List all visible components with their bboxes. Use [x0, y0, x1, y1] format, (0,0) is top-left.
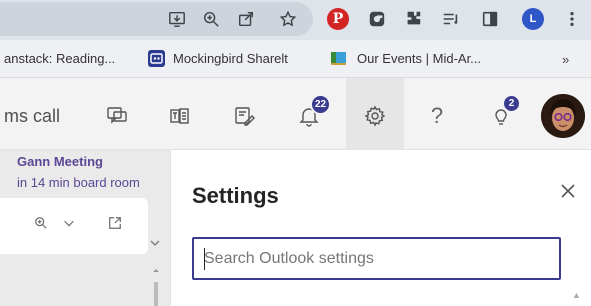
gear-icon[interactable] [361, 102, 389, 130]
bookmark-item[interactable]: anstack: Reading... [4, 51, 115, 66]
address-bar[interactable] [0, 2, 313, 36]
menu-dots-icon[interactable] [561, 8, 583, 30]
tasks-icon[interactable] [230, 102, 258, 130]
help-icon[interactable]: ? [423, 102, 451, 130]
chevron-down-icon[interactable] [62, 216, 76, 233]
settings-button[interactable] [346, 78, 404, 150]
install-app-icon[interactable] [166, 8, 188, 30]
scrollbar[interactable] [149, 238, 163, 306]
mockingbird-icon [148, 50, 165, 67]
puzzle-icon[interactable] [402, 8, 424, 30]
teams-icon[interactable] [166, 102, 194, 130]
share-icon[interactable] [235, 8, 257, 30]
events-flag-icon [330, 50, 347, 67]
settings-title: Settings [192, 183, 279, 208]
tips-badge: 2 [502, 94, 521, 113]
scroll-up-icon[interactable]: ▲ [572, 290, 584, 306]
zoom-icon[interactable] [34, 216, 48, 233]
bookmarks-more-button[interactable]: » [562, 52, 569, 67]
profile-icon[interactable]: L [522, 8, 544, 30]
chat-icon[interactable] [103, 102, 131, 130]
bookmark-item[interactable]: Our Events | Mid-Ar... [357, 51, 481, 66]
bookmarks-bar: anstack: Reading... Mockingbird Sharelt … [0, 40, 591, 78]
meeting-join-label[interactable]: ms call [4, 106, 60, 127]
zoom-icon[interactable] [200, 8, 222, 30]
reading-list-icon[interactable] [440, 8, 462, 30]
reading-pane-card [0, 198, 148, 254]
settings-search-input[interactable] [204, 247, 544, 271]
pinterest-icon[interactable]: P [327, 8, 349, 30]
settings-panel: Settings ▲ [170, 150, 591, 306]
browser-toolbar: P L [0, 0, 591, 40]
reminder-subtitle[interactable]: in 14 min board room [17, 175, 140, 190]
side-panel-icon[interactable] [479, 8, 501, 30]
avatar[interactable] [541, 94, 585, 138]
pop-out-icon[interactable] [108, 216, 122, 233]
bookmark-item[interactable]: Mockingbird Sharelt [173, 51, 288, 66]
left-pane: Gann Meeting in 14 min board room [0, 150, 170, 306]
outlook-header: ms call 22 ? 2 [0, 78, 591, 150]
close-icon[interactable] [557, 180, 579, 202]
reminder-title[interactable]: Gann Meeting [17, 154, 103, 169]
extension-icon[interactable] [366, 8, 388, 30]
settings-search-box[interactable] [192, 237, 561, 280]
star-icon[interactable] [277, 8, 299, 30]
notifications-badge: 22 [310, 94, 331, 115]
text-caret [204, 248, 205, 270]
